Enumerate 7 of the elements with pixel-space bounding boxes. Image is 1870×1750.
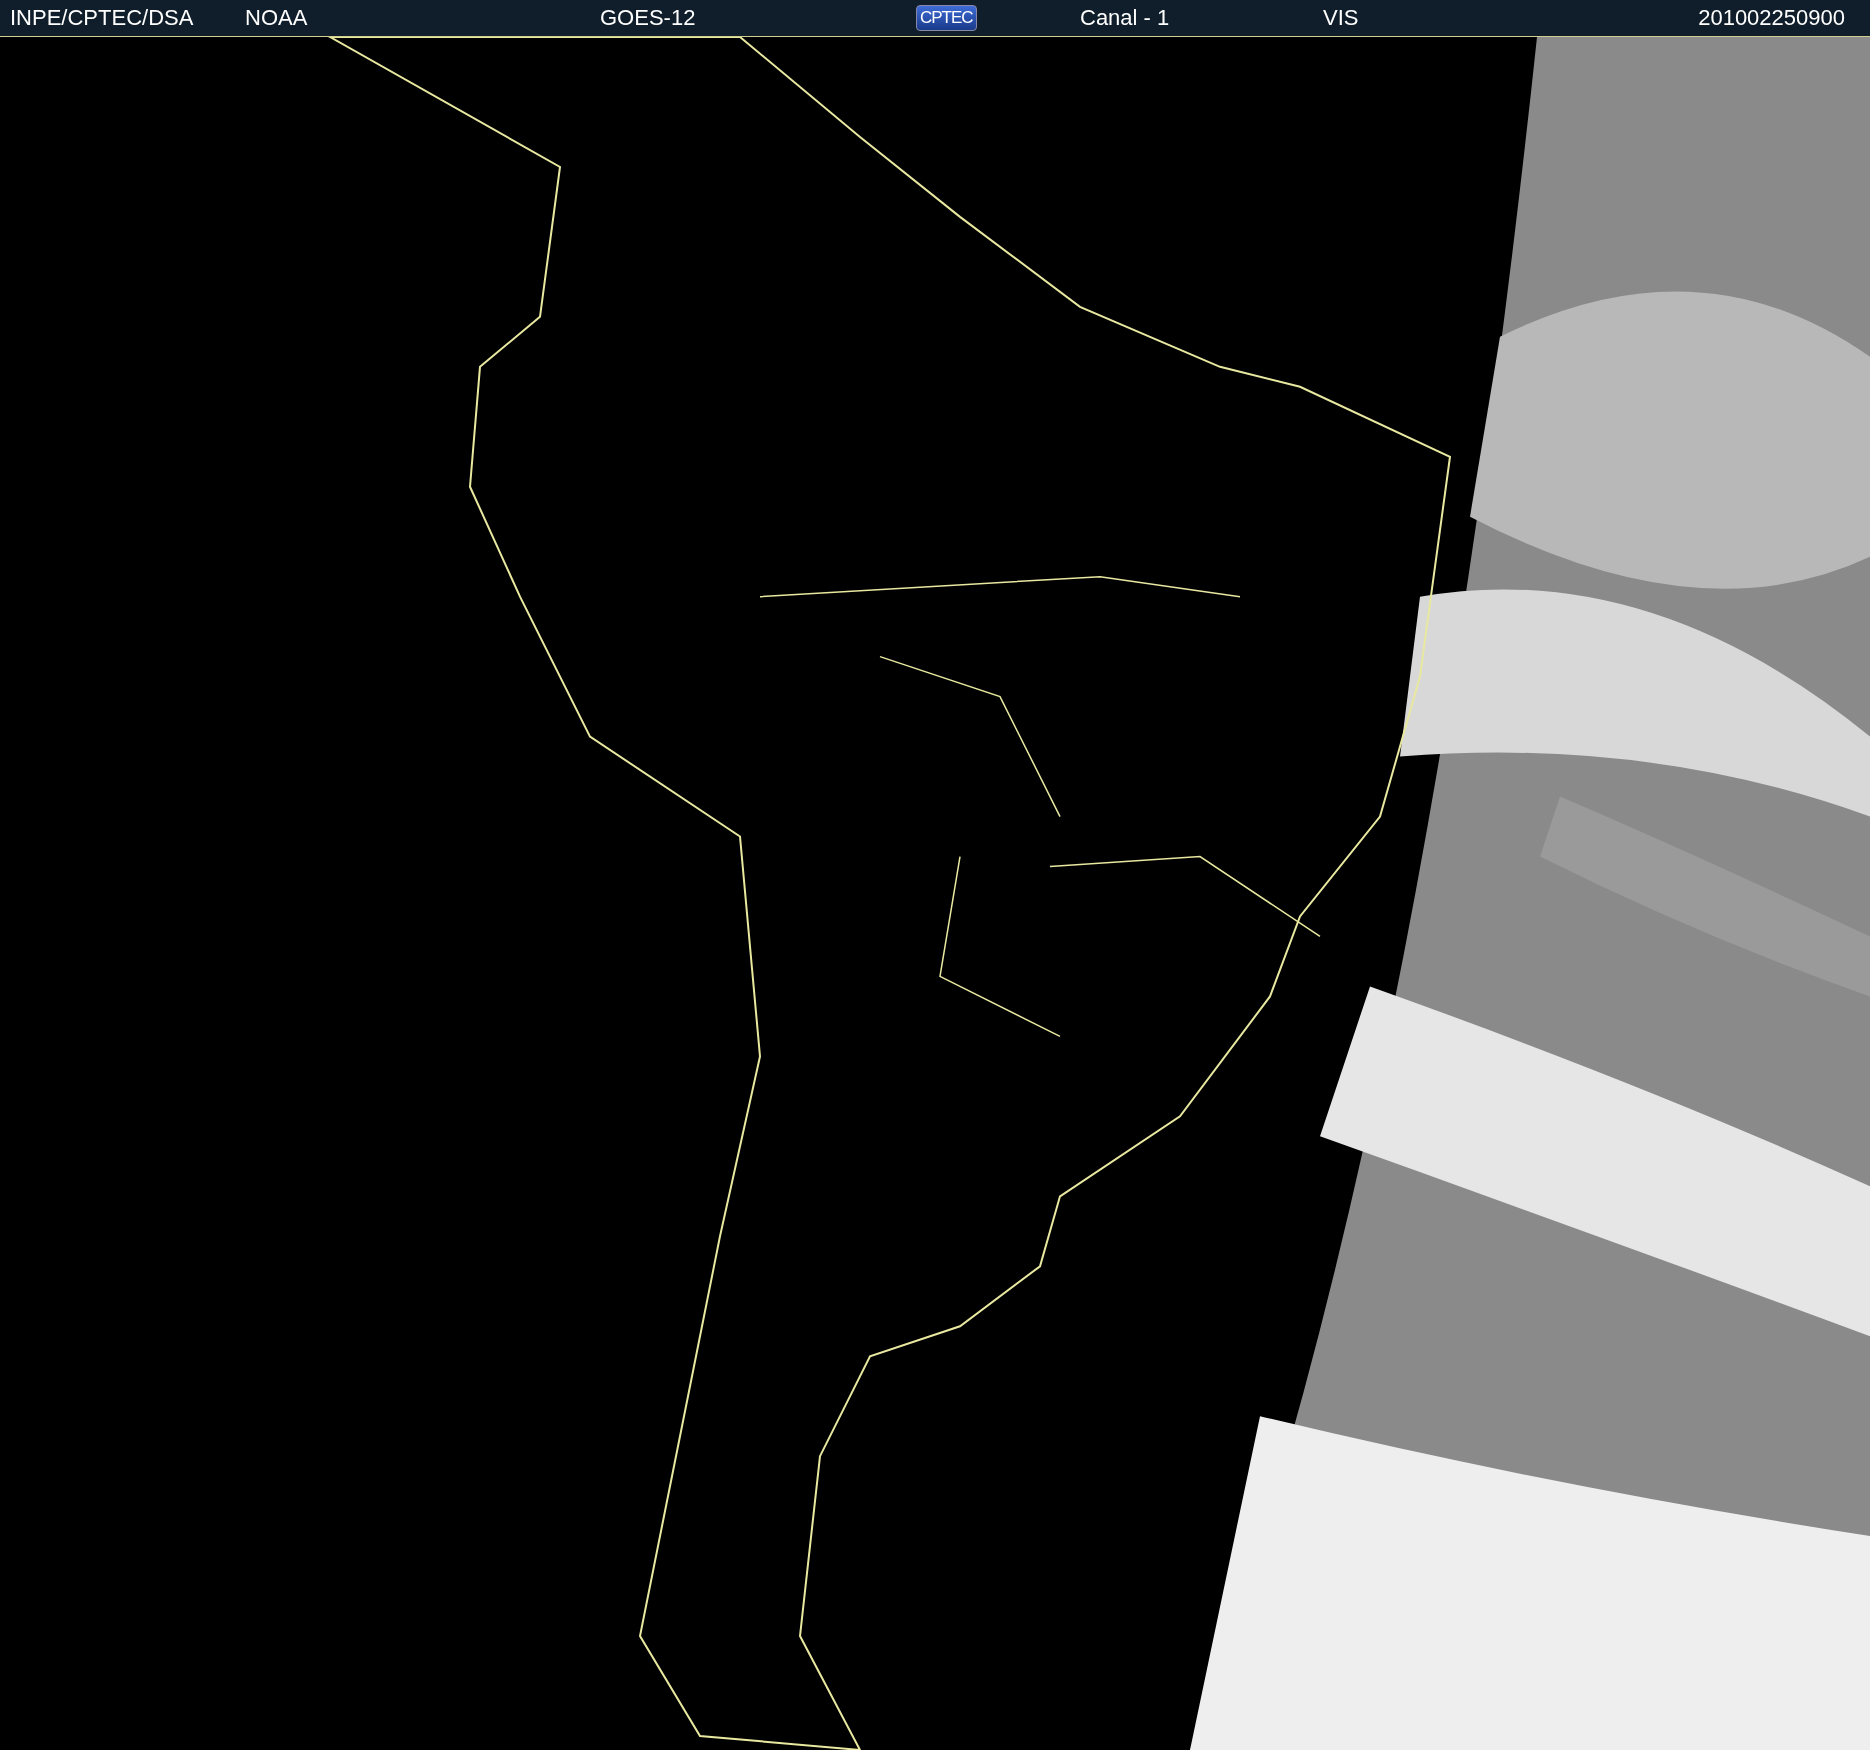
- cptec-logo: CPTEC: [916, 5, 977, 31]
- band-label: VIS: [1323, 5, 1359, 31]
- agency-label: NOAA: [245, 5, 308, 31]
- source-label: INPE/CPTEC/DSA: [10, 5, 194, 31]
- channel-label: Canal - 1: [1080, 5, 1170, 31]
- timestamp-label: 201002250900: [1698, 5, 1845, 31]
- satellite-label: GOES-12: [600, 5, 696, 31]
